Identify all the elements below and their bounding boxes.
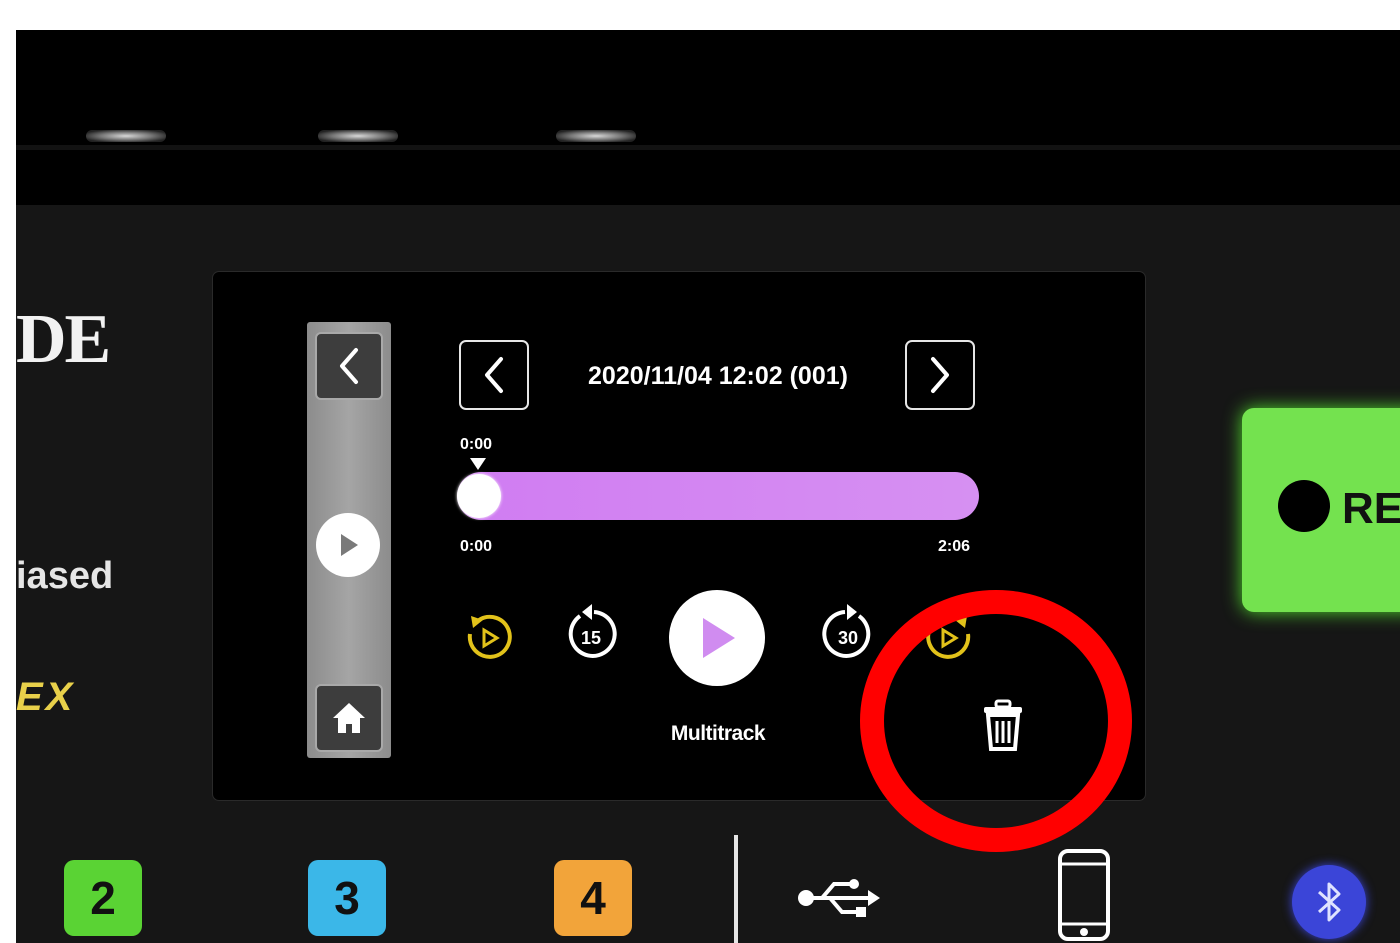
next-recording-button[interactable] [905,340,975,410]
playback-timeline[interactable] [457,472,979,520]
loop-back-icon [467,614,512,659]
touch-screen: 2020/11/04 12:02 (001) 0:00 0:00 2:06 15 [213,272,1145,800]
brand-logo-text: DE [16,301,111,378]
channel-2-button[interactable]: 2 [64,860,142,936]
skip-back-15-icon: 15 [568,604,617,658]
skip-back-15-button[interactable]: 15 [558,600,624,671]
rodecaster-device: DE iased EX 2020/11/04 12:02 (001) 0:00 [16,30,1400,943]
skip-forward-30-icon: 30 [822,604,871,658]
skip-forward-label: 30 [838,628,858,648]
prev-recording-button[interactable] [459,340,529,410]
trash-icon [984,699,1022,751]
channel-4-button[interactable]: 4 [554,860,632,936]
mode-label: Multitrack [670,722,766,745]
usb-icon [798,879,880,917]
start-time: 0:00 [460,538,493,555]
loop-back-button[interactable] [461,610,517,671]
prev-recording-icon [485,357,503,393]
timeline-scrubber[interactable] [457,474,501,518]
feature-label-2: EX [16,675,76,719]
play-icon [703,618,735,658]
skip-forward-30-button[interactable]: 30 [815,600,881,671]
top-knob [318,130,398,142]
feature-label: iased [16,555,114,597]
back-arrow-icon [340,348,358,384]
back-button[interactable] [315,332,383,400]
phone-button[interactable] [1057,848,1111,943]
bluetooth-icon [1317,882,1341,922]
play-button[interactable] [669,590,765,686]
skip-back-label: 15 [581,628,601,648]
bluetooth-button[interactable] [1292,865,1366,939]
home-icon [333,703,365,733]
home-button[interactable] [315,684,383,752]
record-dot-icon [1278,480,1330,532]
top-knob [86,130,166,142]
sidebar-play-button[interactable] [316,513,380,577]
usb-button[interactable] [796,875,882,926]
recording-title: 2020/11/04 12:02 (001) [588,362,848,390]
playhead-marker [470,458,486,470]
screen-sidebar [307,322,391,758]
playhead-time: 0:00 [460,436,493,453]
end-time: 2:06 [938,538,971,555]
record-button[interactable]: RE [1242,408,1400,612]
channel-3-button[interactable]: 3 [308,860,386,936]
record-label: RE [1342,484,1400,533]
delete-button[interactable] [980,699,1026,758]
loop-forward-button[interactable] [921,610,977,671]
phone-icon [1058,849,1110,941]
panel-divider [734,835,738,943]
loop-forward-icon [926,614,971,659]
next-recording-icon [931,357,949,393]
top-knob [556,130,636,142]
side-play-icon [341,534,358,556]
